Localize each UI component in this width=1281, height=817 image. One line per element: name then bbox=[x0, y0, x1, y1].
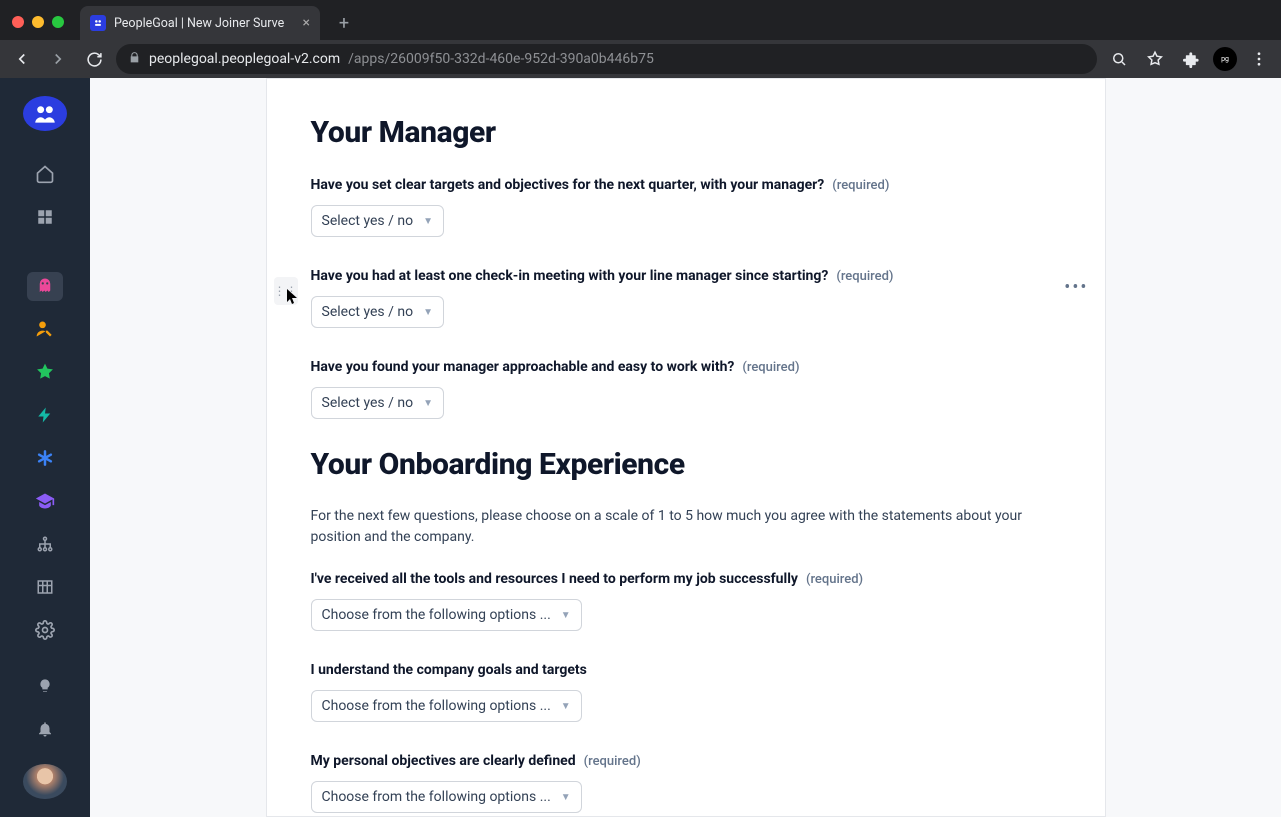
app-sidebar bbox=[0, 78, 90, 817]
close-window-button[interactable] bbox=[12, 16, 24, 28]
select-placeholder: Select yes / no bbox=[322, 213, 414, 229]
section-title: Your Manager bbox=[311, 115, 1061, 150]
url-path: /apps/26009f50-332d-460e-952d-390a0b446b… bbox=[348, 51, 654, 67]
select-placeholder: Select yes / no bbox=[322, 304, 414, 320]
ghost-icon[interactable] bbox=[27, 272, 63, 301]
section-intro: For the next few questions, please choos… bbox=[311, 506, 1061, 548]
lock-icon bbox=[128, 51, 141, 67]
back-button[interactable] bbox=[8, 45, 36, 73]
chevron-down-icon: ▼ bbox=[561, 701, 571, 712]
chevron-down-icon: ▼ bbox=[423, 398, 433, 409]
bolt-icon[interactable] bbox=[27, 401, 63, 430]
chevron-down-icon: ▼ bbox=[423, 216, 433, 227]
drag-handle-icon[interactable]: ⋮⋮ bbox=[274, 277, 298, 305]
main-content: ⋮⋮ ••• Your Manager Have you set clear t… bbox=[90, 78, 1281, 817]
extensions-icon[interactable] bbox=[1177, 45, 1205, 73]
yes-no-select[interactable]: Select yes / no ▼ bbox=[311, 387, 444, 419]
yes-no-select[interactable]: Select yes / no ▼ bbox=[311, 296, 444, 328]
zoom-icon[interactable] bbox=[1105, 45, 1133, 73]
reload-button[interactable] bbox=[80, 45, 108, 73]
browser-toolbar: peoplegoal.peoplegoal-v2.com/apps/26009f… bbox=[0, 40, 1281, 78]
url-host: peoplegoal.peoplegoal-v2.com bbox=[149, 51, 340, 67]
user-edit-icon[interactable] bbox=[27, 315, 63, 344]
select-placeholder: Choose from the following options ... bbox=[322, 607, 551, 623]
browser-tab-strip: PeopleGoal | New Joiner Surve × + bbox=[0, 0, 1281, 40]
star-icon[interactable] bbox=[27, 358, 63, 387]
dashboard-icon[interactable] bbox=[27, 202, 63, 231]
question-block: Have you had at least one check-in meeti… bbox=[311, 265, 1061, 328]
bookmark-star-icon[interactable] bbox=[1141, 45, 1169, 73]
browser-tab[interactable]: PeopleGoal | New Joiner Surve × bbox=[80, 6, 320, 40]
required-tag: (required) bbox=[806, 572, 863, 587]
select-placeholder: Choose from the following options ... bbox=[322, 789, 551, 805]
required-tag: (required) bbox=[584, 754, 641, 769]
tab-favicon bbox=[90, 15, 106, 31]
scale-select[interactable]: Choose from the following options ... ▼ bbox=[311, 599, 582, 631]
question-label: My personal objectives are clearly defin… bbox=[311, 753, 576, 769]
select-placeholder: Choose from the following options ... bbox=[322, 698, 551, 714]
question-label: I've received all the tools and resource… bbox=[311, 571, 798, 587]
user-avatar[interactable] bbox=[23, 764, 67, 799]
question-block: Have you set clear targets and objective… bbox=[311, 174, 1061, 237]
hierarchy-icon[interactable] bbox=[27, 529, 63, 558]
tab-title: PeopleGoal | New Joiner Surve bbox=[114, 16, 284, 31]
profile-avatar[interactable]: pg bbox=[1213, 47, 1237, 71]
yes-no-select[interactable]: Select yes / no ▼ bbox=[311, 205, 444, 237]
chevron-down-icon: ▼ bbox=[561, 792, 571, 803]
question-label: Have you set clear targets and objective… bbox=[311, 177, 825, 193]
maximize-window-button[interactable] bbox=[52, 16, 64, 28]
forward-button[interactable] bbox=[44, 45, 72, 73]
bell-icon[interactable] bbox=[27, 715, 63, 744]
chevron-down-icon: ▼ bbox=[423, 307, 433, 318]
question-label: Have you had at least one check-in meeti… bbox=[311, 268, 829, 284]
select-placeholder: Select yes / no bbox=[322, 395, 414, 411]
kebab-menu-icon[interactable] bbox=[1245, 45, 1273, 73]
asterisk-icon[interactable] bbox=[27, 444, 63, 473]
question-block: My personal objectives are clearly defin… bbox=[311, 750, 1061, 813]
survey-form: ⋮⋮ ••• Your Manager Have you set clear t… bbox=[266, 78, 1106, 817]
question-block: I've received all the tools and resource… bbox=[311, 568, 1061, 631]
close-tab-icon[interactable]: × bbox=[303, 15, 310, 31]
address-bar[interactable]: peoplegoal.peoplegoal-v2.com/apps/26009f… bbox=[116, 44, 1097, 74]
gear-icon[interactable] bbox=[27, 615, 63, 644]
graduation-cap-icon[interactable] bbox=[27, 486, 63, 515]
new-tab-button[interactable]: + bbox=[330, 9, 358, 37]
question-label: I understand the company goals and targe… bbox=[311, 662, 587, 678]
question-block: I understand the company goals and targe… bbox=[311, 659, 1061, 722]
section-title: Your Onboarding Experience bbox=[311, 447, 1061, 482]
scale-select[interactable]: Choose from the following options ... ▼ bbox=[311, 781, 582, 813]
chevron-down-icon: ▼ bbox=[561, 610, 571, 621]
required-tag: (required) bbox=[832, 178, 889, 193]
required-tag: (required) bbox=[742, 360, 799, 375]
app-logo[interactable] bbox=[23, 96, 67, 131]
minimize-window-button[interactable] bbox=[32, 16, 44, 28]
scale-select[interactable]: Choose from the following options ... ▼ bbox=[311, 690, 582, 722]
more-options-icon[interactable]: ••• bbox=[1064, 277, 1088, 298]
home-icon[interactable] bbox=[27, 159, 63, 188]
question-label: Have you found your manager approachable… bbox=[311, 359, 735, 375]
window-controls bbox=[12, 16, 64, 28]
lightbulb-icon[interactable] bbox=[27, 672, 63, 701]
required-tag: (required) bbox=[836, 269, 893, 284]
question-block: Have you found your manager approachable… bbox=[311, 356, 1061, 419]
table-icon[interactable] bbox=[27, 572, 63, 601]
